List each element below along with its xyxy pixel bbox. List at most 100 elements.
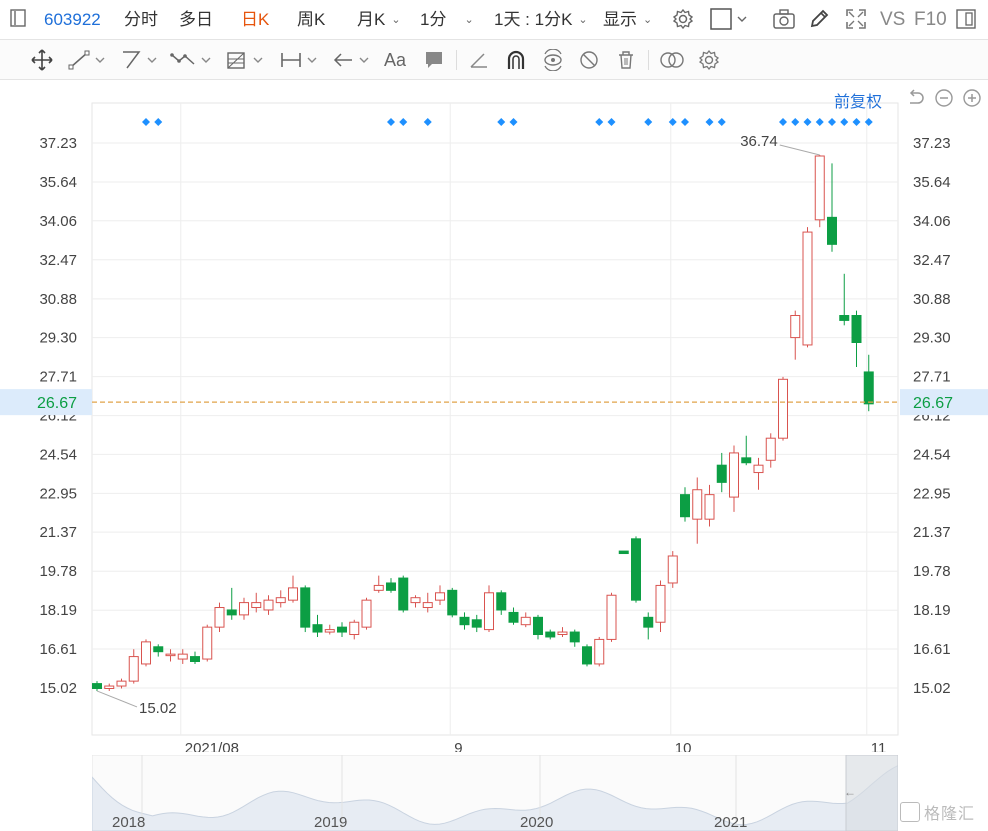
event-marker[interactable] (815, 118, 824, 126)
candle-up[interactable] (704, 494, 715, 520)
pencil-icon[interactable] (808, 8, 830, 36)
move-cross-icon[interactable] (30, 49, 54, 71)
candle-up[interactable] (349, 621, 360, 636)
arrow-left-icon[interactable] (332, 49, 374, 71)
event-marker[interactable] (497, 118, 506, 126)
wave-pattern-icon[interactable] (170, 49, 216, 71)
display-select[interactable]: 显示 ⌄ (603, 9, 652, 33)
event-marker[interactable] (803, 118, 812, 126)
candle-up[interactable] (753, 464, 764, 474)
candle-up[interactable] (116, 680, 127, 687)
candle-down[interactable] (337, 626, 347, 633)
candle-up[interactable] (251, 602, 262, 609)
candle-down[interactable] (153, 646, 164, 653)
candle-down[interactable] (398, 577, 409, 611)
candle-up[interactable] (373, 584, 384, 591)
candle-up[interactable] (655, 584, 666, 623)
candle-up[interactable] (288, 587, 298, 601)
color-square-select[interactable] (710, 8, 750, 36)
candle-down[interactable] (533, 616, 543, 636)
fibonacci-icon[interactable] (226, 49, 268, 71)
tab-monthly-k[interactable]: 月K ⌄ (357, 9, 401, 33)
f10-button[interactable]: F10 (914, 9, 947, 31)
event-marker[interactable] (852, 118, 861, 126)
candle-down[interactable] (545, 631, 556, 638)
candle-up[interactable] (324, 629, 335, 633)
trend-line-icon[interactable] (68, 49, 110, 71)
candlestick-chart[interactable]: 15.02 15.02 16.61 16.61 18.19 18.19 19.78 19.78… (0, 80, 988, 752)
candle-down[interactable] (92, 683, 102, 689)
trash-icon[interactable] (615, 49, 637, 71)
candle-down[interactable] (582, 646, 592, 665)
event-marker[interactable] (864, 118, 873, 126)
candle-up[interactable] (814, 155, 825, 221)
candle-up[interactable] (202, 626, 213, 660)
tab-multi-day[interactable]: 多日 (179, 9, 213, 31)
candle-down[interactable] (741, 457, 752, 464)
candle-down[interactable] (312, 624, 323, 633)
candle-down[interactable] (851, 315, 862, 343)
candle-up[interactable] (729, 452, 739, 498)
candle-up[interactable] (361, 599, 372, 628)
candle-down[interactable] (827, 216, 837, 245)
hide-drawings-icon[interactable] (578, 49, 600, 71)
magnet-icon[interactable] (505, 49, 527, 71)
range-navigator[interactable]: ← 2018 2019 2020 2021 (92, 755, 898, 831)
candle-up[interactable] (141, 641, 151, 665)
candle-up[interactable] (239, 602, 249, 616)
minute-select[interactable]: 1分 ⌄ (420, 9, 474, 33)
event-marker[interactable] (717, 118, 726, 126)
candle-down[interactable] (226, 609, 237, 616)
candle-down[interactable] (716, 464, 727, 483)
candle-down[interactable] (447, 589, 458, 616)
candle-down[interactable] (508, 611, 519, 623)
candle-down[interactable] (569, 631, 580, 643)
candle-up[interactable] (177, 653, 188, 660)
candle-down[interactable] (618, 550, 629, 555)
candle-up[interactable] (128, 656, 139, 682)
event-marker[interactable] (681, 118, 689, 126)
candle-down[interactable] (643, 616, 654, 628)
candle-up[interactable] (606, 594, 617, 640)
event-marker[interactable] (399, 118, 408, 126)
comment-icon[interactable] (423, 49, 445, 71)
polyline-icon[interactable] (120, 49, 162, 71)
candle-up[interactable] (778, 378, 788, 439)
candle-down[interactable] (863, 371, 874, 405)
stock-code[interactable]: 603922 (44, 9, 101, 31)
angle-icon[interactable] (468, 49, 490, 71)
candle-down[interactable] (839, 315, 850, 321)
candle-up[interactable] (765, 437, 776, 461)
tab-intraday[interactable]: 分时 (124, 9, 158, 31)
event-marker[interactable] (779, 118, 787, 126)
candle-up[interactable] (594, 638, 605, 665)
candle-down[interactable] (631, 538, 641, 601)
candle-up[interactable] (802, 231, 813, 346)
measure-range-icon[interactable] (280, 49, 322, 71)
candle-down[interactable] (300, 587, 311, 628)
event-marker[interactable] (154, 118, 163, 126)
text-tool-icon[interactable]: Aa (384, 49, 406, 71)
candle-up[interactable] (263, 599, 274, 611)
event-marker[interactable] (509, 118, 518, 126)
settings-gear-icon[interactable] (672, 8, 694, 36)
candle-up[interactable] (422, 602, 433, 609)
candle-up[interactable] (165, 653, 176, 657)
fullscreen-icon[interactable] (845, 8, 867, 36)
sync-eye-icon[interactable] (541, 49, 565, 71)
candle-up[interactable] (557, 631, 568, 636)
overlay-circles-icon[interactable] (659, 49, 685, 71)
candle-up[interactable] (410, 597, 421, 604)
event-marker[interactable] (595, 118, 604, 126)
event-marker[interactable] (828, 118, 836, 126)
candle-up[interactable] (275, 597, 286, 604)
candle-down[interactable] (680, 494, 690, 518)
event-marker[interactable] (705, 118, 714, 126)
tab-weekly-k[interactable]: 周K (297, 9, 325, 31)
drawing-settings-gear-icon[interactable] (698, 49, 720, 71)
candle-up[interactable] (435, 592, 445, 601)
event-marker[interactable] (840, 118, 849, 126)
event-marker[interactable] (423, 118, 432, 126)
candle-down[interactable] (471, 619, 482, 628)
candle-up[interactable] (692, 489, 703, 520)
